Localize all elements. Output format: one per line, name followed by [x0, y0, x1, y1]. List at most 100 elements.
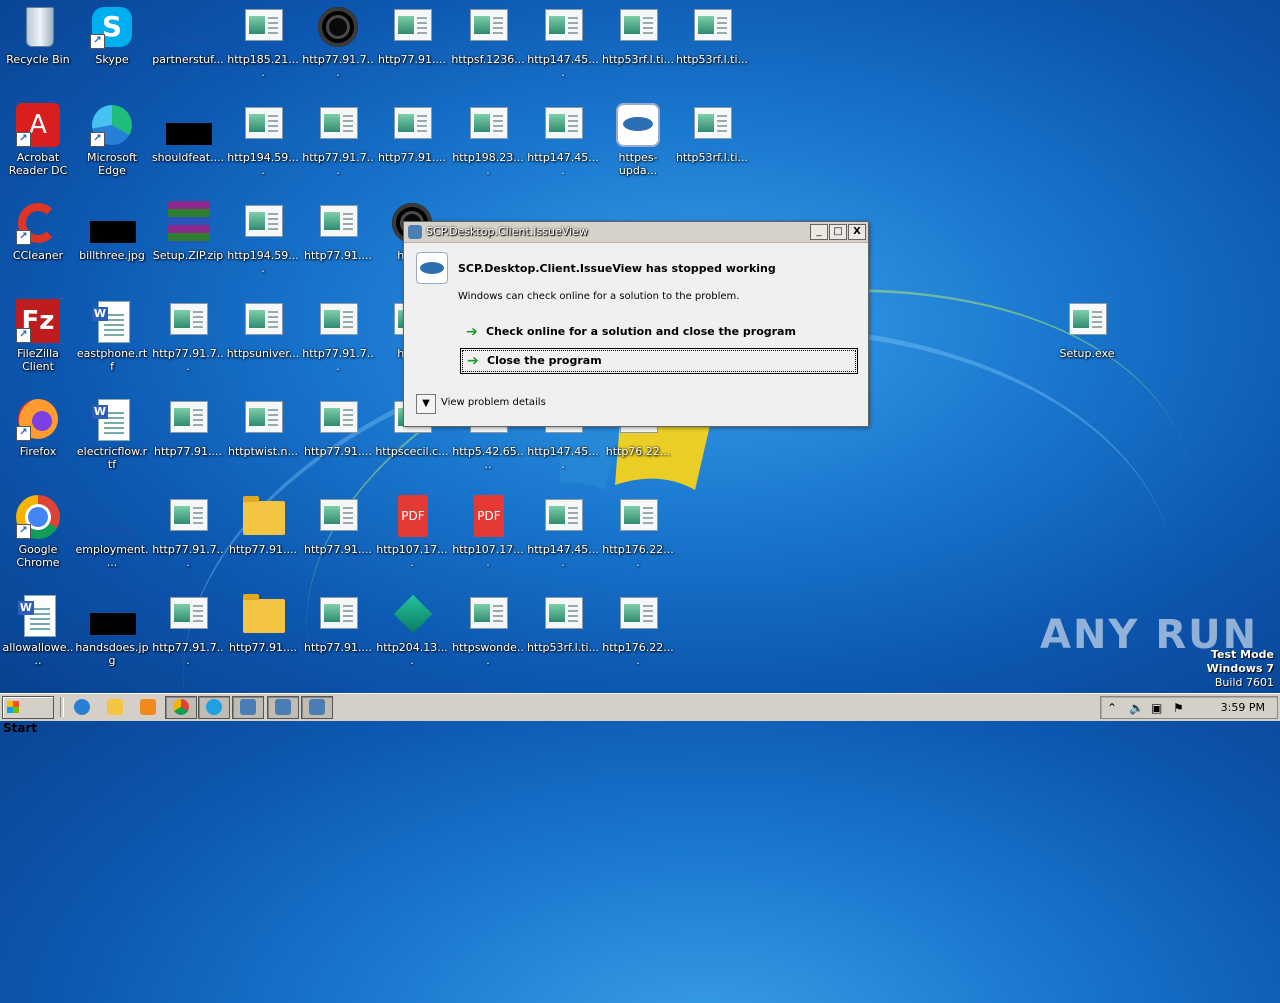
desktop-icon-label: http77.91....: [228, 641, 298, 654]
taskbar: Start ⌃ 🔈 ▣ ⚑ 3:59 PM: [0, 693, 1280, 735]
desktop-icon[interactable]: partnerstuf...: [151, 5, 225, 66]
desktop-icon[interactable]: ↗ Microsoft Edge: [75, 103, 149, 177]
expand-details-button[interactable]: ▼: [416, 394, 436, 414]
desktop-icon[interactable]: ↗ Firefox: [1, 397, 75, 458]
desktop-icon[interactable]: Weastphone.rtf: [75, 299, 149, 373]
desktop-icon[interactable]: http77.91.7...: [151, 299, 225, 373]
desktop-icon[interactable]: http185.21....: [226, 5, 300, 79]
minimize-button[interactable]: _: [810, 224, 828, 240]
app-icon: [408, 225, 422, 239]
chrome-taskbar-icon[interactable]: [165, 696, 197, 719]
desktop-icon[interactable]: http147.45....: [526, 5, 600, 79]
desktop-icon[interactable]: billthree.jpg: [75, 201, 149, 262]
desktop-icon[interactable]: http204.13....: [375, 593, 449, 667]
desktop-icon[interactable]: Welectricflow.rtf: [75, 397, 149, 471]
desktop-icon[interactable]: http77.91.7...: [301, 299, 375, 373]
error-window-taskbar-button[interactable]: [301, 696, 333, 719]
desktop-icon[interactable]: handsdoes.jpg: [75, 593, 149, 667]
desktop-icon[interactable]: httptwist.n...: [226, 397, 300, 458]
desktop-icon[interactable]: http77.91....: [375, 103, 449, 164]
generic-file-icon: [690, 5, 734, 49]
ie-taskbar-icon[interactable]: [66, 696, 98, 719]
desktop-icon[interactable]: httpsuniver...: [226, 299, 300, 360]
error-window-taskbar-button[interactable]: [267, 696, 299, 719]
desktop-icon[interactable]: http77.91.7...: [151, 593, 225, 667]
desktop-icon[interactable]: employment....: [75, 495, 149, 569]
volume-icon[interactable]: 🔈: [1129, 701, 1144, 715]
desktop-icon[interactable]: http194.59....: [226, 103, 300, 177]
desktop-icon[interactable]: http77.91....: [301, 201, 375, 262]
desktop-icon[interactable]: httpes-upda...: [601, 103, 675, 177]
start-button[interactable]: Start: [2, 696, 54, 735]
desktop-icon[interactable]: A ↗ Acrobat Reader DC: [1, 103, 75, 177]
desktop-icon-label: http77.91....: [303, 249, 373, 262]
view-details-label[interactable]: View problem details: [441, 397, 546, 408]
desktop-icon[interactable]: ↗ CCleaner: [1, 201, 75, 262]
dialog-titlebar[interactable]: SCP.Desktop.Client.IssueView _ □ X: [404, 222, 868, 243]
desktop-icon[interactable]: http53rf.l.ti...: [675, 5, 749, 66]
desktop-icon[interactable]: http198.23....: [451, 103, 525, 177]
desktop-icon[interactable]: S ↗ Skype: [75, 5, 149, 66]
desktop-icon[interactable]: http77.91.7...: [151, 495, 225, 569]
media-player-taskbar-icon[interactable]: [132, 696, 164, 719]
close-program-option[interactable]: ➔ Close the program: [460, 348, 858, 374]
generic-file-icon: [316, 397, 360, 441]
dialog-heading: SCP.Desktop.Client.IssueView has stopped…: [458, 262, 776, 275]
desktop-icon[interactable]: http77.91....: [301, 593, 375, 654]
desktop-icon[interactable]: Setup.exe: [1050, 299, 1124, 360]
desktop-icon[interactable]: Fz ↗ FileZilla Client: [1, 299, 75, 373]
close-button[interactable]: X: [848, 224, 866, 240]
desktop-icon[interactable]: http53rf.l.ti...: [526, 593, 600, 654]
show-hidden-icons-icon[interactable]: ⌃: [1107, 701, 1117, 715]
network-icon[interactable]: ▣: [1151, 701, 1162, 715]
action-center-flag-icon[interactable]: ⚑: [1173, 701, 1184, 715]
desktop-icon[interactable]: shouldfeat....: [151, 103, 225, 164]
clock[interactable]: 3:59 PM: [1221, 701, 1265, 714]
circle-app-icon: [316, 5, 360, 49]
desktop-icon[interactable]: http77.91.7...: [301, 103, 375, 177]
desktop-icon[interactable]: http77.91....: [226, 593, 300, 654]
desktop-icon[interactable]: http176.22....: [601, 593, 675, 667]
desktop-icon[interactable]: httpswonde...: [451, 593, 525, 667]
edge-icon: ↗: [90, 103, 134, 147]
edge-taskbar-icon[interactable]: [198, 696, 230, 719]
desktop-icon[interactable]: http194.59....: [226, 201, 300, 275]
desktop-icon[interactable]: http77.91....: [226, 495, 300, 556]
generic-file-icon: [616, 495, 660, 539]
generic-file-icon: [616, 5, 660, 49]
desktop-icon-label: http77.91....: [303, 445, 373, 458]
desktop-icon[interactable]: http77.91....: [301, 495, 375, 556]
desktop-icon[interactable]: http53rf.l.ti...: [675, 103, 749, 164]
taskbar-separator: [60, 697, 64, 717]
desktop-icon[interactable]: http147.45....: [526, 103, 600, 177]
desktop-icon-label: allowallowe....: [2, 641, 74, 667]
generic-file-icon: [390, 103, 434, 147]
generic-file-icon: [241, 397, 285, 441]
error-window-taskbar-button[interactable]: [232, 696, 264, 719]
generic-file-icon: [390, 5, 434, 49]
desktop-icon[interactable]: ↗ Google Chrome: [1, 495, 75, 569]
desktop-icon[interactable]: http77.91....: [301, 397, 375, 458]
desktop-icon[interactable]: http77.91....: [375, 5, 449, 66]
desktop-icon-label: Firefox: [19, 445, 57, 458]
desktop-icon[interactable]: Setup.ZIP.zip: [151, 201, 225, 262]
desktop-icon[interactable]: PDF http107.17....: [451, 495, 525, 569]
maximize-button[interactable]: □: [829, 224, 847, 240]
desktop-icon-label: httptwist.n...: [228, 445, 298, 458]
check-online-option[interactable]: ➔ Check online for a solution and close …: [460, 320, 856, 344]
desktop-icon[interactable]: http176.22....: [601, 495, 675, 569]
desktop-icon[interactable]: http147.45....: [526, 495, 600, 569]
filezilla-icon: Fz ↗: [16, 299, 60, 343]
green-arrow-icon: ➔: [467, 353, 479, 369]
desktop-icon[interactable]: Recycle Bin: [1, 5, 75, 66]
desktop-icon[interactable]: PDF http107.17....: [375, 495, 449, 569]
desktop-icon[interactable]: Wallowallowe....: [1, 593, 75, 667]
system-tray: ⌃ 🔈 ▣ ⚑ 3:59 PM: [1100, 696, 1278, 719]
desktop-icon[interactable]: http53rf.l.ti...: [601, 5, 675, 66]
desktop-icon[interactable]: httpsf.1236...: [451, 5, 525, 66]
desktop-icon[interactable]: http77.91....: [151, 397, 225, 458]
desktop-icon[interactable]: http77.91.7...: [301, 5, 375, 79]
desktop-icon-label: http53rf.l.ti...: [675, 151, 749, 164]
explorer-taskbar-icon[interactable]: [99, 696, 131, 719]
desktop-icon-label: httpsuniver...: [226, 347, 300, 360]
